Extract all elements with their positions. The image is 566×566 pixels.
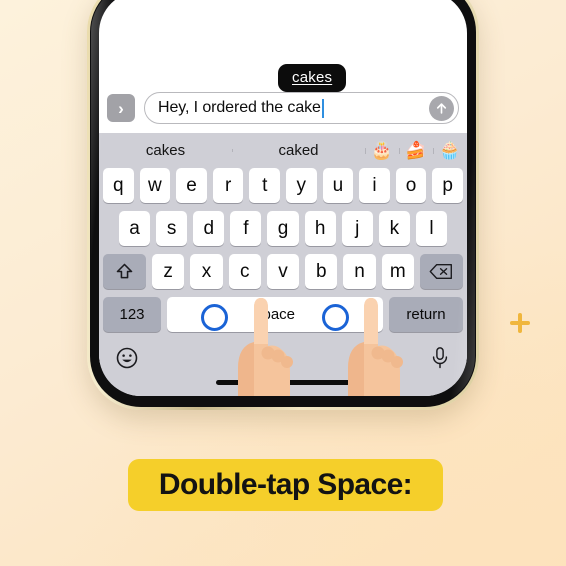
key-s[interactable]: s [156,211,188,246]
key-p[interactable]: p [432,168,463,203]
key-t[interactable]: t [249,168,280,203]
key-h[interactable]: h [304,211,336,246]
key-x[interactable]: x [190,254,223,289]
key-a[interactable]: a [119,211,151,246]
arrow-up-icon [436,102,447,114]
key-u[interactable]: u [322,168,354,203]
key-i[interactable]: i [359,168,390,203]
key-c[interactable]: c [228,254,261,289]
tooltip-container: cakes [107,48,459,101]
space-key[interactable]: space [167,297,383,332]
key-k[interactable]: k [378,211,410,246]
key-d[interactable]: d [193,211,225,246]
compose-row: › Hey, I ordered the cake [107,92,459,124]
dictation-key[interactable] [429,346,451,370]
expand-apps-button[interactable]: › [107,94,135,122]
shift-key[interactable] [103,254,147,289]
keyboard-row-1: q w e r t y u i o p [99,168,467,203]
poster-canvas: cakes › Hey, I ordered the cake cakes ca… [0,0,566,566]
emoji-smiley-icon [116,347,138,369]
predictive-text-bar: cakes caked 🎂 🍰 🧁 [99,133,467,168]
autocorrect-tooltip[interactable]: cakes [278,64,347,101]
text-caret [321,98,324,118]
key-z[interactable]: z [152,254,185,289]
key-w[interactable]: w [139,168,171,203]
key-f[interactable]: f [230,211,262,246]
home-indicator-area [99,380,467,394]
prediction-caked[interactable]: caked [232,142,365,159]
backspace-key[interactable] [419,254,463,289]
key-y[interactable]: y [286,168,317,203]
space-key-label: space [254,306,296,323]
key-l[interactable]: l [415,211,447,246]
sparkle-star-icon [507,310,533,336]
key-j[interactable]: j [341,211,373,246]
prediction-cakes[interactable]: cakes [99,142,232,159]
message-input-field[interactable]: Hey, I ordered the cake [144,92,459,124]
keyboard-row-3: z x c v b n m [99,254,467,289]
phone-device: cakes › Hey, I ordered the cake cakes ca… [87,0,479,410]
key-q[interactable]: q [103,168,134,203]
keyboard-row-2: a s d f g h j k l [99,211,467,246]
shift-arrow-icon [116,263,133,279]
return-key[interactable]: return [389,297,463,332]
phone-bezel: cakes › Hey, I ordered the cake cakes ca… [90,0,476,407]
key-r[interactable]: r [212,168,244,203]
microphone-icon [432,347,448,369]
key-v[interactable]: v [266,254,300,289]
key-n[interactable]: n [343,254,376,289]
numbers-key[interactable]: 123 [103,297,161,332]
key-b[interactable]: b [305,254,338,289]
send-button[interactable] [429,95,454,121]
prediction-emoji-birthday-cake-icon[interactable]: 🎂 [365,141,399,161]
emoji-key[interactable] [115,346,139,370]
keyboard-row-4: 123 space return [99,297,467,332]
message-input-value: Hey, I ordered the cake [158,99,321,116]
key-e[interactable]: e [176,168,207,203]
home-indicator[interactable] [216,380,350,385]
tap-indicator-left [201,304,228,331]
key-o[interactable]: o [395,168,427,203]
key-g[interactable]: g [267,211,299,246]
virtual-keyboard: cakes caked 🎂 🍰 🧁 q w e r t y u i o p a … [99,133,467,396]
prediction-emoji-cupcake-icon[interactable]: 🧁 [433,141,467,161]
prediction-emoji-shortcake-icon[interactable]: 🍰 [399,141,433,161]
tap-indicator-right [322,304,349,331]
backspace-icon [430,263,453,280]
caption-banner: Double-tap Space: [128,459,443,511]
keyboard-bottom-row [99,338,467,380]
caption-text: Double-tap Space: [158,468,413,501]
phone-screen: cakes › Hey, I ordered the cake cakes ca… [99,0,467,396]
key-m[interactable]: m [381,254,414,289]
chevron-right-icon: › [118,98,124,118]
message-compose-area: cakes › Hey, I ordered the cake [99,48,467,133]
tooltip-text: cakes [292,69,333,86]
